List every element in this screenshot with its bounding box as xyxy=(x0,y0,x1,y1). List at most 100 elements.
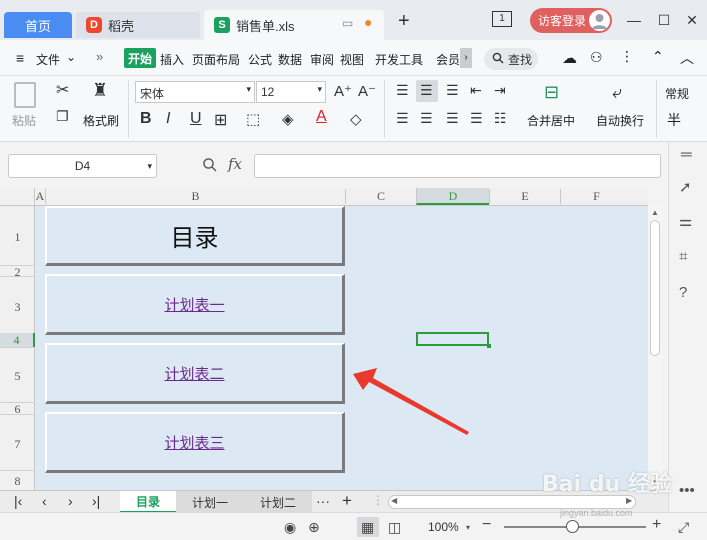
plan-two-link[interactable]: 计划表二 xyxy=(164,363,224,384)
font-name-select[interactable]: 宋体 ▾ xyxy=(135,81,255,103)
row-header-5[interactable]: 5 xyxy=(0,369,35,384)
menu-start[interactable]: 开始 xyxy=(124,48,156,68)
more-options-icon[interactable]: ••• xyxy=(679,482,695,499)
row-header-7[interactable]: 7 xyxy=(0,437,35,452)
add-sheet-button[interactable]: + xyxy=(342,491,352,511)
decrease-indent-icon[interactable]: ⇤ xyxy=(470,82,482,99)
menu-review[interactable]: 审阅 xyxy=(310,51,334,68)
title-cell[interactable]: 目录 xyxy=(45,206,345,266)
underline-icon[interactable]: U xyxy=(190,110,202,128)
formula-input[interactable] xyxy=(254,154,661,178)
scroll-left-icon[interactable]: ◀ xyxy=(391,496,397,505)
fullscreen-icon[interactable]: ⤢ xyxy=(678,519,689,536)
first-sheet-icon[interactable]: |‹ xyxy=(14,493,22,509)
globe-icon[interactable]: ⊕ xyxy=(308,519,320,536)
zoom-search-icon[interactable] xyxy=(202,157,218,176)
decrease-font-icon[interactable]: A⁻ xyxy=(358,82,376,100)
bold-icon[interactable]: B xyxy=(140,110,152,128)
align-top-icon[interactable]: ☰ xyxy=(396,82,409,99)
close-icon[interactable]: ✕ xyxy=(682,10,702,30)
clear-format-icon[interactable]: ◇ xyxy=(350,110,362,128)
panel-collapse-icon[interactable]: ═ xyxy=(681,146,692,163)
align-bottom-icon[interactable]: ☰ xyxy=(446,82,459,99)
plan-one-cell[interactable]: 计划表一 xyxy=(45,274,345,335)
search-button[interactable]: 查找 xyxy=(484,48,538,70)
eye-protect-icon[interactable]: ◉ xyxy=(284,519,296,536)
menu-view[interactable]: 视图 xyxy=(340,51,364,68)
format-painter-icon[interactable]: ♜ xyxy=(92,80,108,101)
justify-icon[interactable]: ☰ xyxy=(470,110,483,127)
zoom-slider-knob[interactable] xyxy=(566,520,579,533)
chevron-down-icon[interactable]: ▾ xyxy=(466,523,470,532)
normal-view-icon[interactable]: ▦ xyxy=(361,519,374,536)
fill-style-icon[interactable]: ⬚ xyxy=(246,110,260,128)
minimize-icon[interactable]: — xyxy=(624,10,644,30)
maximize-icon[interactable]: ☐ xyxy=(654,10,674,30)
menu-file[interactable]: 文件 xyxy=(36,51,60,68)
chevron-up-icon[interactable]: ⌃ xyxy=(652,48,664,65)
wrap-text-label[interactable]: 自动换行 xyxy=(596,112,644,129)
menu-scroll-right-icon[interactable]: › xyxy=(460,48,472,68)
scroll-up-icon[interactable]: ▲ xyxy=(651,208,659,217)
align-center-icon[interactable]: ☰ xyxy=(420,110,433,127)
page-view-icon[interactable]: ◫ xyxy=(388,519,401,536)
sheet-tab-catalog[interactable]: 目录 xyxy=(120,491,176,513)
tab-document[interactable]: S 销售单.xls ▭ ● xyxy=(204,10,384,40)
more-icon[interactable]: ⋮ xyxy=(620,48,634,65)
monitor-icon[interactable]: ▭ xyxy=(342,16,353,30)
zoom-out-icon[interactable]: − xyxy=(482,516,491,534)
cloud-icon[interactable]: ☁ xyxy=(562,49,577,67)
name-box[interactable]: D4 ▾ xyxy=(8,154,157,178)
share-user-icon[interactable]: ⚇ xyxy=(590,49,603,66)
next-sheet-icon[interactable]: › xyxy=(68,493,73,509)
column-header-b[interactable]: B xyxy=(45,189,345,204)
increase-font-icon[interactable]: A⁺ xyxy=(334,82,352,100)
column-header-c[interactable]: C xyxy=(345,189,416,204)
zoom-in-icon[interactable]: + xyxy=(652,516,661,534)
column-header-d[interactable]: D xyxy=(416,188,489,205)
fill-color-icon[interactable]: ◈ xyxy=(282,110,294,128)
menu-data[interactable]: 数据 xyxy=(278,51,302,68)
row-header-1[interactable]: 1 xyxy=(0,230,35,245)
borders-icon[interactable]: ⊞ xyxy=(214,110,227,130)
cursor-select-icon[interactable]: ➚ xyxy=(679,178,692,196)
menu-insert[interactable]: 插入 xyxy=(160,51,184,68)
login-button[interactable]: 访客登录 xyxy=(530,8,612,33)
tab-splitter[interactable]: ⋮ xyxy=(372,493,384,507)
prev-sheet-icon[interactable]: ‹ xyxy=(42,493,47,509)
cut-icon[interactable]: ✂ xyxy=(56,80,69,100)
last-sheet-icon[interactable]: ›| xyxy=(92,493,100,509)
plan-three-cell[interactable]: 计划表三 xyxy=(45,412,345,473)
align-middle-icon[interactable]: ☰ xyxy=(420,82,433,99)
plan-three-link[interactable]: 计划表三 xyxy=(164,432,224,453)
align-right-icon[interactable]: ☰ xyxy=(446,110,459,127)
tab-home[interactable]: 首页 xyxy=(4,12,72,38)
column-header-e[interactable]: E xyxy=(489,189,560,204)
paste-icon[interactable] xyxy=(14,82,36,108)
currency-format[interactable]: 半 xyxy=(667,110,681,130)
font-color-icon[interactable]: A xyxy=(316,108,327,126)
zoom-level[interactable]: 100% xyxy=(428,520,459,534)
sheet-grid[interactable]: 目录 计划表一 计划表二 计划表三 xyxy=(35,206,648,490)
italic-icon[interactable]: I xyxy=(166,110,170,128)
number-format-select[interactable]: 常规 xyxy=(665,85,689,102)
more-sheets-icon[interactable]: ··· xyxy=(316,493,330,509)
new-tab-button[interactable]: + xyxy=(398,10,410,33)
row-header-2[interactable]: 2 xyxy=(0,265,35,280)
merge-center-label[interactable]: 合并居中 xyxy=(527,112,575,129)
menu-developer[interactable]: 开发工具 xyxy=(375,51,423,68)
chevron-down-icon[interactable]: ⌄ xyxy=(66,50,76,64)
help-icon[interactable]: ? xyxy=(679,284,687,301)
font-size-select[interactable]: 12 ▾ xyxy=(256,81,326,103)
row-header-3[interactable]: 3 xyxy=(0,300,35,315)
tab-daoke[interactable]: D 稻壳 xyxy=(76,12,200,38)
menu-member[interactable]: 会员 xyxy=(436,51,460,68)
column-header-a[interactable]: A xyxy=(35,189,45,204)
select-all-corner[interactable] xyxy=(0,188,35,205)
menu-formula[interactable]: 公式 xyxy=(248,51,272,68)
collapse-ribbon-icon[interactable]: ︿ xyxy=(680,48,694,68)
vertical-scroll-thumb[interactable] xyxy=(650,220,660,356)
sheet-tab-plan-one[interactable]: 计划一 xyxy=(176,491,244,513)
property-sliders-icon[interactable]: ⚌ xyxy=(679,212,692,230)
increase-indent-icon[interactable]: ⇥ xyxy=(494,82,506,99)
